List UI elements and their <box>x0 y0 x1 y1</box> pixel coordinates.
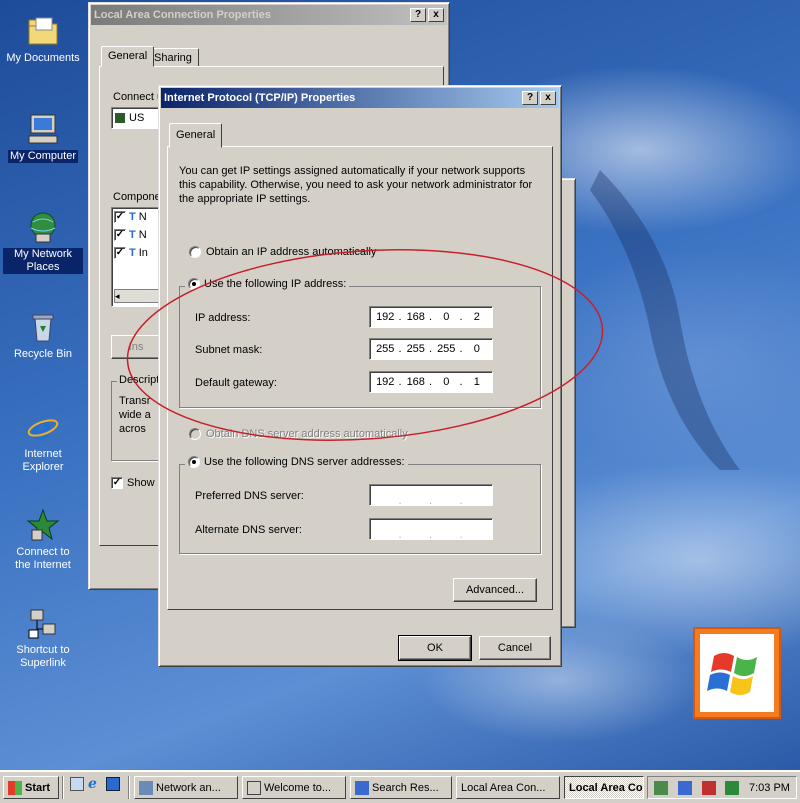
computer-icon <box>26 112 60 146</box>
clock[interactable]: 7:03 PM <box>749 782 790 794</box>
connect-wizard-icon <box>26 508 60 542</box>
advanced-button[interactable]: Advanced... <box>453 578 537 602</box>
tcpip-titlebar[interactable]: Internet Protocol (TCP/IP) Properties ? … <box>161 88 559 108</box>
adapter-field: US <box>111 107 161 129</box>
alternate-dns-label: Alternate DNS server: <box>195 524 302 536</box>
desktop-icon-connect-to-internet[interactable]: Connect to the Internet <box>0 508 86 572</box>
alternate-dns-field[interactable] <box>369 518 493 541</box>
taskbar-item-label: Network an... <box>156 781 221 794</box>
search-icon <box>355 780 369 795</box>
use-following-dns-option[interactable]: Use the following DNS server addresses: <box>185 456 408 468</box>
protocol-icon: T <box>129 211 136 223</box>
welcome-window-icon <box>247 780 261 795</box>
internet-explorer-icon[interactable]: e <box>88 777 102 791</box>
taskbar-item-label: Search Res... <box>372 781 439 794</box>
desktop-icon-my-computer[interactable]: My Computer <box>0 112 86 163</box>
outlook-express-icon[interactable] <box>106 777 120 791</box>
component-checkbox[interactable]: ✓ <box>114 211 126 223</box>
taskbar-item-lan-connection[interactable]: Local Area Con... <box>456 776 560 799</box>
close-button[interactable]: x <box>428 8 444 22</box>
component-item[interactable]: ✓ T N <box>114 211 147 223</box>
taskbar-item-welcome[interactable]: Welcome to... <box>242 776 346 799</box>
network-status-icon[interactable] <box>677 780 692 795</box>
desktop-icon-internet-explorer[interactable]: e Internet Explorer <box>0 409 86 474</box>
folder-icon <box>26 14 60 48</box>
network-connections-icon <box>139 780 153 795</box>
lan-properties-titlebar[interactable]: Local Area Connection Properties ? x <box>91 5 447 25</box>
windows-logo <box>693 627 781 719</box>
tab-general[interactable]: General <box>101 46 155 67</box>
taskbar-item-label: Welcome to... <box>264 781 332 794</box>
window-title: Local Area Connection Properties <box>94 9 271 21</box>
internet-explorer-icon: e <box>26 409 60 447</box>
window-title: Internet Protocol (TCP/IP) Properties <box>164 92 356 104</box>
taskbar-item-search[interactable]: Search Res... <box>350 776 452 799</box>
show-icon-label: Show <box>127 477 155 489</box>
quick-launch: e <box>70 777 120 791</box>
start-label: Start <box>25 781 51 794</box>
display-settings-icon[interactable] <box>725 780 740 795</box>
component-label: N <box>138 211 147 223</box>
desktop-icon-my-network-places[interactable]: My Network Places <box>0 210 86 274</box>
desktop-icon-recycle-bin[interactable]: Recycle Bin <box>0 310 86 361</box>
system-tray: 7:03 PM <box>647 776 797 799</box>
lan-connection-icon[interactable] <box>701 780 716 795</box>
ok-button[interactable]: OK <box>398 635 472 661</box>
show-icon-checkbox[interactable]: ✓ <box>111 477 123 489</box>
intro-text: You can get IP settings assigned automat… <box>179 165 533 205</box>
taskbar-separator <box>62 776 64 799</box>
recycle-bin-icon <box>26 310 60 344</box>
network-adapter-icon <box>115 113 125 123</box>
taskbar-item-label: Local Area Co... <box>569 781 644 794</box>
cancel-button[interactable]: Cancel <box>479 636 551 660</box>
taskbar-separator <box>128 776 130 799</box>
taskbar-item-lan-properties[interactable]: Local Area Co... <box>564 776 644 799</box>
desktop-icon-my-documents[interactable]: My Documents <box>0 14 86 65</box>
desktop-icon-label: My Computer <box>7 150 79 163</box>
windows-flag-icon <box>8 780 22 795</box>
desktop-icon-label: Internet Explorer <box>22 448 64 473</box>
help-button[interactable]: ? <box>522 91 538 105</box>
desktop-icon-label: Recycle Bin <box>13 348 73 360</box>
tab-general[interactable]: General <box>169 123 223 148</box>
network-icon <box>26 210 60 244</box>
shortcut-icon <box>26 606 60 640</box>
preferred-dns-field[interactable] <box>369 484 493 507</box>
taskbar-item-label: Local Area Con... <box>461 781 546 794</box>
annotation-ellipse <box>126 249 604 441</box>
show-desktop-icon[interactable] <box>70 777 84 791</box>
use-following-dns-label: Use the following DNS server addresses: <box>204 456 405 468</box>
taskbar-item-network[interactable]: Network an... <box>134 776 238 799</box>
preferred-dns-label: Preferred DNS server: <box>195 490 304 502</box>
desktop-icon-label: Shortcut to Superlink <box>16 644 70 669</box>
desktop-icon-label: Connect to the Internet <box>15 546 71 571</box>
dns-group <box>179 464 541 554</box>
help-button[interactable]: ? <box>410 8 426 22</box>
volume-icon[interactable] <box>654 780 668 795</box>
start-button[interactable]: Start <box>3 776 59 799</box>
components-label: Compone <box>113 191 161 203</box>
svg-text:e: e <box>31 410 51 444</box>
desktop-icon-shortcut-superlink[interactable]: Shortcut to Superlink <box>0 606 86 670</box>
show-icon-option[interactable]: ✓ Show <box>111 477 155 489</box>
adapter-text: US <box>129 112 145 124</box>
connect-using-label: Connect u <box>113 91 164 103</box>
close-button[interactable]: x <box>540 91 556 105</box>
desktop-icon-label: My Documents <box>6 52 80 64</box>
desktop-icon-label: My Network Places <box>3 248 83 274</box>
use-following-dns-radio[interactable] <box>188 456 200 468</box>
taskbar: Start e Network an... Welcome to... Sear… <box>0 770 800 803</box>
